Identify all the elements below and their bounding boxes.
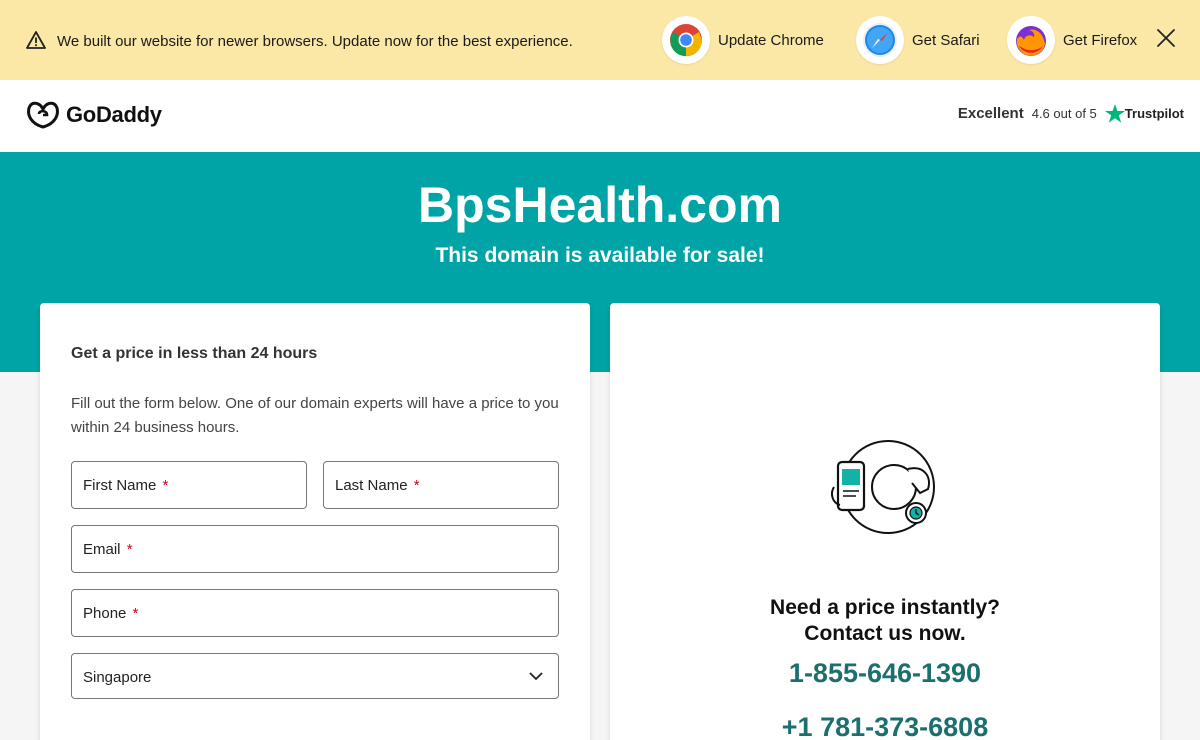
phone-number-primary[interactable]: 1-855-646-1390 [610,658,1160,689]
last-name-field[interactable]: Last Name * [323,461,559,509]
chevron-down-icon [529,672,543,681]
godaddy-logo-icon [27,101,59,129]
phone-label: Phone * [83,605,139,622]
rating-score: 4.6 out of 5 [1031,106,1097,121]
chrome-icon [662,16,710,64]
form-description: Fill out the form below. One of our doma… [71,395,559,436]
contact-line-2: Contact us now. [804,622,966,645]
first-name-field[interactable]: First Name * [71,461,307,509]
firefox-label: Get Firefox [1063,31,1138,49]
price-form-card: Get a price in less than 24 hours Fill o… [40,303,590,740]
warning-icon [26,31,46,49]
form-title: Get a price in less than 24 hours [71,345,318,362]
rating-label: Excellent [957,105,1024,122]
country-select[interactable]: Singapore [71,653,559,699]
contact-line-1: Need a price instantly? [770,596,1000,619]
banner-message: We built our website for newer browsers.… [57,33,573,50]
email-label: Email * [83,541,133,558]
firefox-icon [1007,16,1055,64]
trustpilot-label: Trustpilot [1124,106,1184,121]
email-field[interactable]: Email * [71,525,559,573]
browser-update-banner: We built our website for newer browsers.… [0,0,1200,80]
trustpilot-rating[interactable]: Excellent 4.6 out of 5 Trustpilot [958,104,1184,123]
get-safari-link[interactable]: Get Safari [856,16,980,64]
first-name-label: First Name * [83,477,169,494]
phone-illustration-icon [831,440,935,534]
trustpilot-brand: Trustpilot [1104,104,1184,123]
domain-subtitle: This domain is available for sale! [435,244,765,267]
close-icon[interactable] [1154,26,1178,50]
phone-field[interactable]: Phone * [71,589,559,637]
last-name-label: Last Name * [335,477,420,494]
phone-number-secondary[interactable]: +1 781-373-6808 [610,712,1160,740]
contact-card: Need a price instantly? Contact us now. … [610,303,1160,740]
chrome-label: Update Chrome [718,31,824,49]
safari-label: Get Safari [912,31,980,49]
country-value: Singapore [83,669,152,686]
safari-icon [856,16,904,64]
contact-heading: Need a price instantly? Contact us now. [610,595,1160,647]
godaddy-logo[interactable]: GoDaddy [26,100,162,130]
domain-title: BpsHealth.com [418,177,782,233]
trustpilot-star-icon [1104,104,1125,123]
get-firefox-link[interactable]: Get Firefox [1007,16,1137,64]
update-chrome-link[interactable]: Update Chrome [662,16,824,64]
logo-text: GoDaddy [66,102,162,127]
